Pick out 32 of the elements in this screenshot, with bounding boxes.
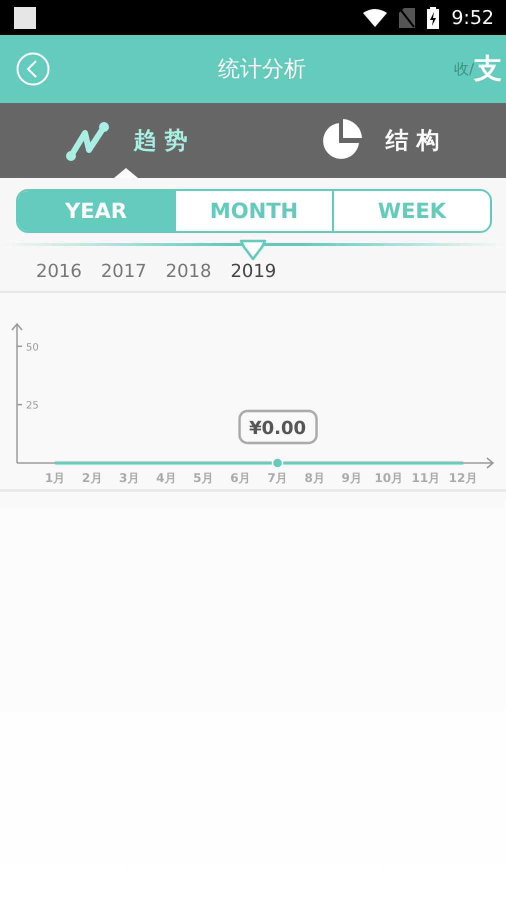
x-tick-label: 6月	[230, 471, 251, 485]
x-tick-label: 11月	[412, 471, 440, 485]
tab[interactable]: 趋 势	[0, 103, 253, 178]
x-tick-label: 4月	[156, 471, 176, 485]
x-tick-label: 8月	[304, 471, 325, 485]
toggle-separator: /	[468, 60, 474, 78]
tab-pointer-icon	[114, 168, 138, 178]
data-point[interactable]	[272, 457, 284, 469]
x-tick-label: 2月	[82, 471, 102, 485]
x-tick-label: 12月	[448, 471, 478, 485]
year-option[interactable]: 2017	[100, 260, 147, 282]
wifi-icon	[363, 8, 388, 26]
tooltip-value: ¥0.00	[249, 418, 306, 439]
year-option[interactable]: 2016	[36, 260, 82, 282]
page-title: 统计分析	[216, 56, 307, 84]
tab[interactable]: 结 构	[253, 103, 506, 178]
y-tick-label: 50	[26, 342, 39, 354]
x-tick-label: 5月	[193, 471, 214, 485]
status-time: 9:52	[451, 6, 494, 28]
x-tick-label: 9月	[342, 471, 362, 485]
back-icon[interactable]	[16, 52, 50, 86]
x-tick-label: 7月	[267, 471, 288, 485]
x-tick-label: 10月	[374, 471, 404, 485]
year-option[interactable]: 2018	[166, 260, 212, 282]
year-option[interactable]: 2019	[230, 260, 276, 282]
no-sim-icon	[399, 8, 416, 28]
battery-charging-icon	[427, 6, 440, 28]
year-pointer-icon	[239, 238, 268, 260]
x-tick-label: 3月	[119, 471, 140, 485]
x-tick-label: 1月	[44, 471, 66, 485]
notification-icon	[14, 6, 36, 28]
y-tick-label: 25	[26, 400, 39, 412]
